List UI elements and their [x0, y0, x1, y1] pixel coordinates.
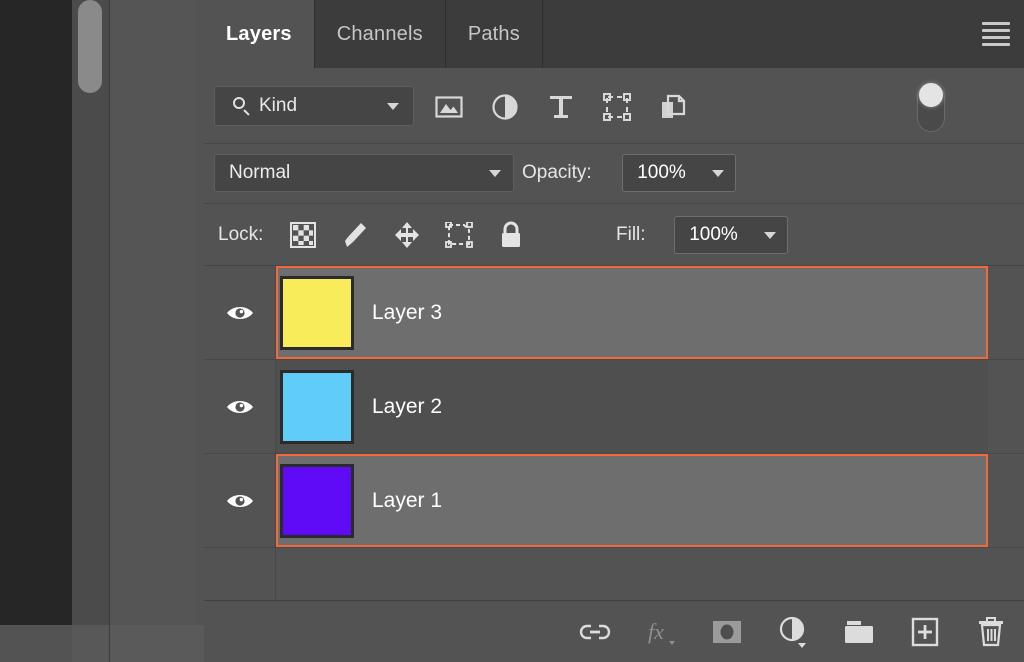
- lock-buttons: [288, 218, 526, 252]
- layer-name[interactable]: Layer 1: [372, 489, 442, 513]
- chevron-down-icon: [489, 170, 501, 177]
- workspace-background-bottom: [0, 625, 72, 662]
- pixel-layer-filter-icon[interactable]: [432, 90, 466, 124]
- lock-bar: Lock:: [204, 204, 1024, 266]
- blend-mode-value: Normal: [229, 162, 290, 184]
- layer-content[interactable]: Layer 1: [276, 454, 988, 547]
- add-layer-mask-button[interactable]: [710, 615, 744, 649]
- layers-list-empty-area: [204, 548, 1024, 600]
- tab-channels-label: Channels: [337, 23, 423, 46]
- new-layer-button[interactable]: [908, 615, 942, 649]
- tab-paths[interactable]: Paths: [446, 0, 543, 68]
- lock-all-icon[interactable]: [496, 220, 526, 250]
- shape-layer-filter-icon[interactable]: [600, 90, 634, 124]
- opacity-input[interactable]: 100%: [622, 154, 700, 192]
- lock-artboard-nesting-icon[interactable]: [444, 220, 474, 250]
- layers-panel-toolbar: fx: [204, 600, 1024, 662]
- eye-icon[interactable]: [225, 397, 255, 417]
- search-icon: [233, 97, 251, 115]
- layer-visibility-cell: [204, 266, 276, 359]
- fill-input[interactable]: 100%: [674, 216, 752, 254]
- layer-visibility-cell: [204, 454, 276, 547]
- filter-type-buttons: [432, 86, 690, 128]
- fill-label: Fill:: [616, 224, 646, 246]
- hamburger-menu-icon[interactable]: [982, 22, 1010, 46]
- layer-thumbnail[interactable]: [280, 276, 354, 350]
- photoshop-layers-panel-screen: Layers Channels Paths Kind: [0, 0, 1024, 662]
- svg-text:fx: fx: [648, 619, 664, 644]
- panel-tab-bar: Layers Channels Paths: [204, 0, 1024, 68]
- layer-visibility-cell: [204, 360, 276, 453]
- tab-layers[interactable]: Layers: [204, 0, 315, 68]
- vertical-scrollbar-track-bottom[interactable]: [72, 625, 110, 662]
- filter-enable-toggle[interactable]: [917, 84, 945, 132]
- chevron-down-icon: [712, 170, 724, 177]
- layers-panel: Layers Channels Paths Kind: [204, 0, 1024, 662]
- lock-label: Lock:: [218, 224, 263, 246]
- chevron-down-icon: [387, 103, 399, 110]
- tab-paths-label: Paths: [468, 23, 520, 46]
- lock-image-pixels-icon[interactable]: [340, 220, 370, 250]
- filter-kind-label: Kind: [259, 95, 297, 117]
- tab-channels[interactable]: Channels: [315, 0, 446, 68]
- delete-layer-button[interactable]: [974, 615, 1008, 649]
- adjacent-panel-column: [110, 0, 204, 662]
- vertical-scrollbar-track[interactable]: [72, 0, 110, 625]
- layer-thumbnail[interactable]: [280, 370, 354, 444]
- tab-layers-label: Layers: [226, 23, 292, 46]
- layer-name[interactable]: Layer 2: [372, 395, 442, 419]
- panel-divider: [196, 0, 204, 662]
- opacity-stepper[interactable]: [700, 154, 736, 192]
- smart-object-filter-icon[interactable]: [656, 90, 690, 124]
- table-row[interactable]: Layer 2: [204, 360, 1024, 454]
- layer-thumbnail[interactable]: [280, 464, 354, 538]
- vertical-scrollbar-thumb[interactable]: [78, 0, 102, 93]
- tab-bar-filler: [543, 0, 1024, 68]
- blend-mode-bar: Normal Opacity: 100%: [204, 144, 1024, 204]
- layer-style-button[interactable]: fx: [644, 615, 678, 649]
- chevron-down-icon: [764, 232, 776, 239]
- eye-icon[interactable]: [225, 303, 255, 323]
- fill-stepper[interactable]: [752, 216, 788, 254]
- toggle-knob: [919, 83, 943, 107]
- lock-transparent-pixels-icon[interactable]: [288, 220, 318, 250]
- toolbar-buttons: fx: [578, 609, 1008, 655]
- layer-name[interactable]: Layer 3: [372, 301, 442, 325]
- adjustment-layer-button[interactable]: [776, 615, 810, 649]
- layers-list: Layer 3 Layer 2: [204, 266, 1024, 600]
- layers-list-empty-gutter: [204, 548, 276, 600]
- table-row[interactable]: Layer 3: [204, 266, 1024, 360]
- adjacent-panel-footer: [110, 625, 204, 662]
- blend-mode-select[interactable]: Normal: [214, 154, 514, 192]
- new-group-button[interactable]: [842, 615, 876, 649]
- adjustment-layer-filter-icon[interactable]: [488, 90, 522, 124]
- lock-position-icon[interactable]: [392, 220, 422, 250]
- opacity-label: Opacity:: [522, 162, 592, 184]
- eye-icon[interactable]: [225, 491, 255, 511]
- filter-kind-select[interactable]: Kind: [214, 86, 414, 126]
- layer-filter-bar: Kind: [204, 68, 1024, 144]
- link-layers-button[interactable]: [578, 615, 612, 649]
- layer-content[interactable]: Layer 2: [276, 360, 988, 453]
- workspace-background: [0, 0, 72, 625]
- layer-content[interactable]: Layer 3: [276, 266, 988, 359]
- table-row[interactable]: Layer 1: [204, 454, 1024, 548]
- type-layer-filter-icon[interactable]: [544, 90, 578, 124]
